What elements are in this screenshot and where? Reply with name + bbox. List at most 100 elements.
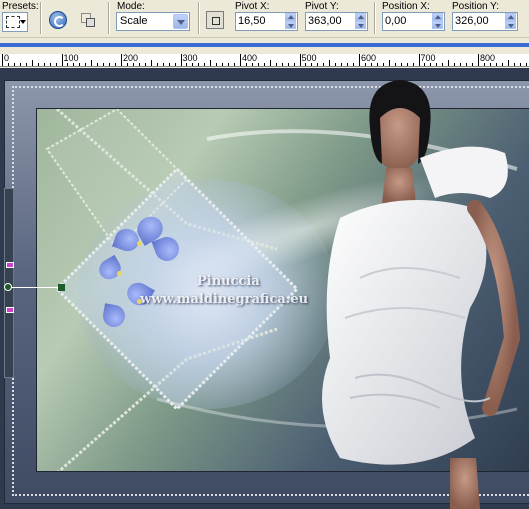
ruler-tick — [424, 63, 426, 66]
deform-handle-bottom[interactable] — [6, 307, 14, 313]
ruler-tick — [198, 63, 200, 66]
spin-down-icon[interactable] — [505, 21, 516, 29]
ruler-tick — [412, 63, 414, 66]
ruler-tick — [251, 63, 253, 66]
ruler-tick — [67, 63, 69, 66]
ruler-tick — [353, 63, 355, 66]
ruler-tick — [430, 63, 432, 66]
separator — [108, 2, 110, 34]
ruler-tick — [394, 63, 396, 66]
ruler-tick — [299, 54, 301, 66]
reset-icon[interactable] — [49, 11, 67, 29]
preset-selection-icon — [6, 16, 20, 28]
spin-up-icon[interactable] — [505, 13, 516, 21]
ruler-tick — [91, 60, 93, 66]
ruler-tick — [79, 63, 81, 66]
mode-icon[interactable] — [79, 11, 97, 29]
position-y-field[interactable]: 326,00 — [452, 12, 518, 31]
ruler-tick — [192, 63, 194, 66]
ruler-tick — [478, 54, 479, 66]
image-canvas[interactable]: Pinuccia www.maldinegrafica.eu — [0, 68, 529, 509]
dropdown-arrow-icon — [20, 20, 26, 24]
ruler-tick — [228, 63, 230, 66]
ruler-tick — [495, 63, 497, 66]
ruler-tick — [180, 54, 182, 66]
spin-up-icon[interactable] — [285, 13, 296, 21]
presets-dropdown[interactable] — [2, 12, 28, 32]
watermark-name: Pinuccia — [197, 274, 260, 289]
position-x-label: Position X: — [382, 1, 430, 12]
spin-down-icon[interactable] — [355, 21, 366, 29]
pivot-x-label: Pivot X: — [235, 1, 270, 12]
ruler-tick — [222, 63, 224, 66]
position-y-value: 326,00 — [455, 15, 489, 27]
rotation-handle[interactable] — [58, 284, 65, 291]
separator — [40, 2, 42, 34]
ruler-tick — [37, 63, 39, 66]
ruler-tick — [115, 63, 117, 66]
ruler-label: 0 — [4, 54, 10, 63]
ruler-tick — [281, 63, 283, 66]
title-band — [0, 38, 529, 54]
dropdown-arrow-icon[interactable] — [173, 14, 188, 29]
ruler-tick — [245, 63, 247, 66]
ruler-tick — [55, 63, 57, 66]
ruler-label: 800 — [480, 54, 496, 63]
ruler-tick — [329, 60, 331, 66]
ruler-tick — [483, 63, 485, 66]
spin-down-icon[interactable] — [285, 21, 296, 29]
pivot-x-field[interactable]: 16,50 — [235, 12, 298, 31]
ruler-tick — [382, 63, 384, 66]
ruler-label: 300 — [182, 54, 198, 63]
ruler-label: 400 — [242, 54, 258, 63]
fashion-model-figure — [322, 80, 521, 509]
ruler-tick — [49, 63, 51, 66]
mode-value: Scale — [120, 15, 148, 27]
ruler-tick — [132, 63, 134, 66]
pivot-icon[interactable] — [206, 11, 224, 29]
ruler-tick — [121, 54, 122, 66]
ruler-tick — [359, 54, 360, 66]
spin-down-icon[interactable] — [432, 21, 443, 29]
ruler-tick — [156, 63, 158, 66]
ruler-tick — [263, 63, 265, 66]
psp-window: Presets: Mode: Scale Pivot X: 16,50 Pivo… — [0, 0, 529, 509]
ruler-tick — [293, 63, 295, 66]
ruler-tick — [335, 63, 337, 66]
ruler-tick — [138, 63, 140, 66]
ruler-tick — [109, 63, 111, 66]
pivot-line — [10, 287, 62, 288]
ruler-label: 500 — [301, 54, 317, 63]
ruler-tick — [472, 63, 474, 66]
ruler-tick — [376, 63, 378, 66]
ruler-tick — [418, 54, 420, 66]
ruler-tick — [204, 63, 206, 66]
ruler-tick — [323, 63, 325, 66]
ruler-tick — [216, 63, 218, 66]
ruler-tick — [448, 60, 450, 66]
ruler-tick — [275, 63, 277, 66]
ruler-tick — [460, 63, 462, 66]
ruler-tick — [466, 63, 468, 66]
position-x-field[interactable]: 0,00 — [382, 12, 445, 31]
ruler-tick — [364, 63, 366, 66]
ruler-tick — [210, 60, 212, 66]
ruler-tick — [513, 63, 515, 66]
ruler-tick — [406, 63, 408, 66]
spin-up-icon[interactable] — [432, 13, 443, 21]
ruler-label: 600 — [361, 54, 377, 63]
spin-up-icon[interactable] — [355, 13, 366, 21]
pivot-y-field[interactable]: 363,00 — [305, 12, 368, 31]
ruler-tick — [150, 60, 152, 66]
ruler-tick — [269, 60, 271, 66]
mode-select[interactable]: Scale — [116, 12, 190, 31]
ruler-tick — [388, 60, 390, 66]
ruler-tick — [501, 63, 503, 66]
horizontal-ruler: 0 100 200 300 400 500 600 700 800 — [0, 54, 529, 67]
ruler-tick — [43, 63, 45, 66]
presets-label: Presets: — [2, 1, 39, 12]
pivot-handle[interactable] — [4, 283, 12, 291]
ruler-tick — [73, 63, 75, 66]
deform-handle-top[interactable] — [6, 262, 14, 268]
ruler-tick — [341, 63, 343, 66]
